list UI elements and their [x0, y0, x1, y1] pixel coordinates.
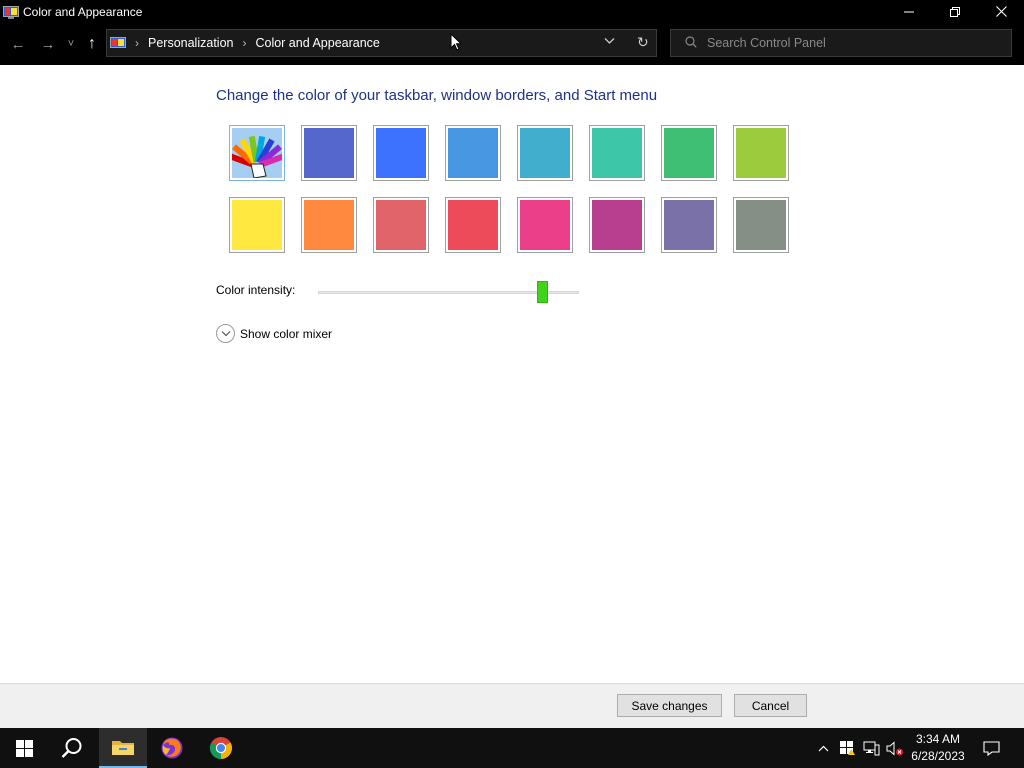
color-appearance-app-icon — [3, 5, 19, 19]
color-swatch-lime[interactable] — [733, 125, 789, 181]
breadcrumb-personalization[interactable]: Personalization — [148, 36, 233, 50]
control-panel-icon — [110, 36, 126, 50]
cancel-button[interactable]: Cancel — [734, 694, 807, 717]
back-button[interactable]: ← — [6, 32, 30, 56]
search-icon — [685, 35, 697, 51]
color-swatch-slate[interactable] — [301, 125, 357, 181]
chevron-down-circle-icon[interactable] — [216, 324, 235, 343]
clock-date: 6/28/2023 — [911, 749, 965, 763]
show-color-mixer-label[interactable]: Show color mixer — [240, 327, 332, 341]
swatch-fill — [520, 200, 570, 250]
windows-security-warning-icon — [840, 741, 855, 755]
forward-arrow-icon: → — [40, 35, 56, 53]
show-color-mixer-toggle[interactable]: Show color mixer — [216, 324, 332, 343]
volume-muted-icon — [886, 740, 903, 756]
swatch-fill — [736, 128, 786, 178]
title-bar: Color and Appearance — [0, 0, 1024, 23]
color-intensity-slider-thumb[interactable] — [536, 281, 548, 303]
breadcrumb-color-and-appearance[interactable]: Color and Appearance — [255, 36, 379, 50]
address-dropdown-icon[interactable] — [604, 36, 615, 48]
firefox-icon — [161, 737, 183, 759]
up-button[interactable]: ↑ — [80, 32, 104, 56]
swatch-fill — [376, 128, 426, 178]
taskbar-clock[interactable]: 3:34 AM 6/28/2023 — [905, 731, 971, 765]
action-center-button[interactable] — [978, 728, 1004, 768]
network-tray-button[interactable] — [861, 728, 881, 768]
swatch-fill — [592, 200, 642, 250]
color-swatch-automatic[interactable] — [227, 125, 287, 181]
back-arrow-icon: ← — [10, 35, 26, 53]
breadcrumb-separator: › — [135, 36, 139, 50]
color-swatch-magenta[interactable] — [589, 197, 645, 253]
color-swatch-blue[interactable] — [373, 125, 429, 181]
window-title: Color and Appearance — [23, 4, 143, 19]
color-swatch-green[interactable] — [661, 125, 717, 181]
swatch-fill — [232, 200, 282, 250]
taskbar-search-button[interactable] — [48, 728, 96, 768]
color-swatch-gray[interactable] — [733, 197, 789, 253]
color-swatch-yellow[interactable] — [229, 197, 285, 253]
color-swatch-red[interactable] — [445, 197, 501, 253]
volume-tray-button[interactable] — [885, 728, 905, 768]
page-heading: Change the color of your taskbar, window… — [216, 87, 658, 104]
swatch-fill — [736, 200, 786, 250]
color-swatch-teal[interactable] — [517, 125, 573, 181]
chrome-taskbar-button[interactable] — [197, 728, 245, 768]
firefox-taskbar-button[interactable] — [148, 728, 196, 768]
start-button[interactable] — [0, 728, 48, 768]
close-button[interactable] — [978, 0, 1024, 23]
color-swatch-pink[interactable] — [517, 197, 573, 253]
swatch-fill — [592, 128, 642, 178]
search-input[interactable] — [707, 36, 997, 50]
swatch-fill — [448, 128, 498, 178]
restore-button[interactable] — [932, 0, 978, 23]
chrome-icon — [210, 737, 232, 759]
minimize-button[interactable] — [886, 0, 932, 23]
color-intensity-label: Color intensity: — [216, 283, 296, 297]
clock-time: 3:34 AM — [915, 732, 961, 746]
swatch-fill — [227, 128, 287, 179]
swatch-fill — [304, 200, 354, 250]
breadcrumb-separator: › — [242, 36, 247, 50]
color-palette-fan-icon — [227, 135, 287, 179]
swatch-fill — [664, 200, 714, 250]
navigation-bar: ← → ˅ ↑ › Personalization › Color and Ap… — [0, 23, 1024, 65]
notification-icon — [982, 740, 1000, 756]
taskbar: 3:34 AM 6/28/2023 — [0, 728, 1024, 768]
show-hidden-icons-button[interactable] — [814, 728, 832, 768]
color-swatch-coral[interactable] — [373, 197, 429, 253]
main-content: Change the color of your taskbar, window… — [0, 65, 1024, 683]
color-swatch-orange[interactable] — [301, 197, 357, 253]
up-arrow-icon: ↑ — [88, 35, 96, 52]
recent-locations-button[interactable]: ˅ — [62, 32, 80, 56]
swatch-fill — [376, 200, 426, 250]
forward-button[interactable]: → — [36, 32, 60, 56]
chevron-up-icon — [818, 745, 828, 751]
color-swatch-aqua[interactable] — [589, 125, 645, 181]
security-tray-button[interactable] — [838, 728, 856, 768]
refresh-icon[interactable]: ↻ — [637, 34, 649, 51]
search-box[interactable] — [670, 29, 1012, 57]
color-swatch-sky[interactable] — [445, 125, 501, 181]
swatch-fill — [448, 200, 498, 250]
close-icon — [995, 6, 1007, 17]
save-changes-button[interactable]: Save changes — [617, 694, 722, 717]
swatch-fill — [664, 128, 714, 178]
windows-logo-icon — [15, 739, 33, 757]
dialog-footer: Save changes Cancel — [0, 683, 1024, 728]
search-icon — [61, 738, 82, 758]
mouse-cursor-icon — [450, 33, 462, 51]
chevron-down-icon: ˅ — [67, 38, 75, 50]
file-explorer-icon — [112, 741, 134, 755]
swatch-fill — [304, 128, 354, 178]
network-icon — [863, 741, 879, 755]
minimize-icon — [904, 11, 914, 12]
color-swatch-violet[interactable] — [661, 197, 717, 253]
restore-icon — [950, 6, 960, 17]
file-explorer-taskbar-button[interactable] — [99, 728, 147, 768]
swatch-fill — [520, 128, 570, 178]
address-bar[interactable]: › Personalization › Color and Appearance… — [106, 29, 657, 57]
